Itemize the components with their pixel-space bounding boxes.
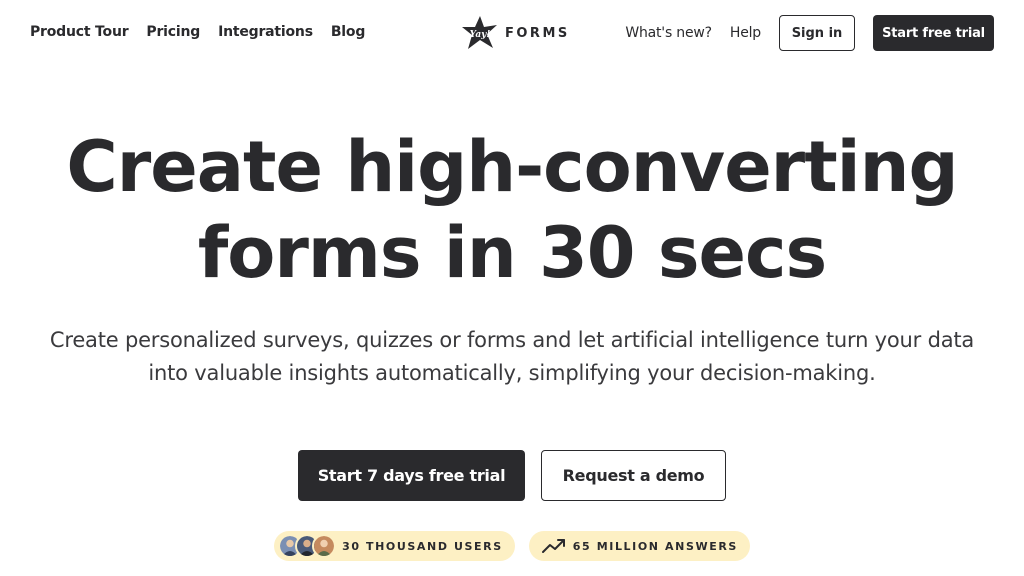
nav-link-product-tour[interactable]: Product Tour — [30, 24, 129, 40]
hero-title-line-2: forms in 30 secs — [197, 212, 827, 294]
avatar — [312, 534, 337, 558]
nav-link-whats-new[interactable]: What's new? — [625, 25, 712, 41]
nav-link-integrations[interactable]: Integrations — [218, 24, 313, 40]
secondary-nav: What's new? Help Sign in Start free tria… — [625, 15, 994, 51]
yay-star-logo-icon: Yay! — [462, 16, 497, 49]
sign-in-button[interactable]: Sign in — [779, 15, 855, 51]
hero-title: Create high-converting forms in 30 secs — [0, 124, 1024, 296]
answers-badge: 65 MILLION ANSWERS — [528, 531, 750, 561]
nav-link-help[interactable]: Help — [730, 25, 761, 41]
users-count-text: 30 THOUSAND USERS — [342, 539, 503, 553]
logo-wordmark: FORMS — [505, 25, 570, 41]
hero-subtitle-line-2: into valuable insights automatically, si… — [148, 361, 876, 385]
logo-script: Yay! — [470, 30, 491, 40]
primary-nav: Product Tour Pricing Integrations Blog — [30, 24, 365, 40]
users-badge: 30 THOUSAND USERS — [274, 531, 515, 561]
hero-subtitle: Create personalized surveys, quizzes or … — [40, 324, 984, 390]
user-avatars — [278, 534, 337, 558]
hero-title-line-1: Create high-converting — [66, 126, 958, 208]
hero-subtitle-line-1: Create personalized surveys, quizzes or … — [49, 328, 975, 352]
nav-link-pricing[interactable]: Pricing — [146, 24, 200, 40]
cta-row: Start 7 days free trial Request a demo — [0, 450, 1024, 501]
nav-link-blog[interactable]: Blog — [331, 24, 366, 40]
trending-up-icon — [541, 539, 565, 553]
brand-logo[interactable]: Yay! FORMS — [461, 15, 570, 51]
top-navigation: Product Tour Pricing Integrations Blog Y… — [0, 0, 1024, 66]
request-demo-button[interactable]: Request a demo — [541, 450, 726, 501]
social-proof-badges: 30 THOUSAND USERS 65 MILLION ANSWERS — [0, 531, 1024, 561]
answers-count-text: 65 MILLION ANSWERS — [572, 539, 738, 553]
start-7-days-trial-button[interactable]: Start 7 days free trial — [298, 450, 525, 501]
start-free-trial-button[interactable]: Start free trial — [873, 15, 994, 51]
